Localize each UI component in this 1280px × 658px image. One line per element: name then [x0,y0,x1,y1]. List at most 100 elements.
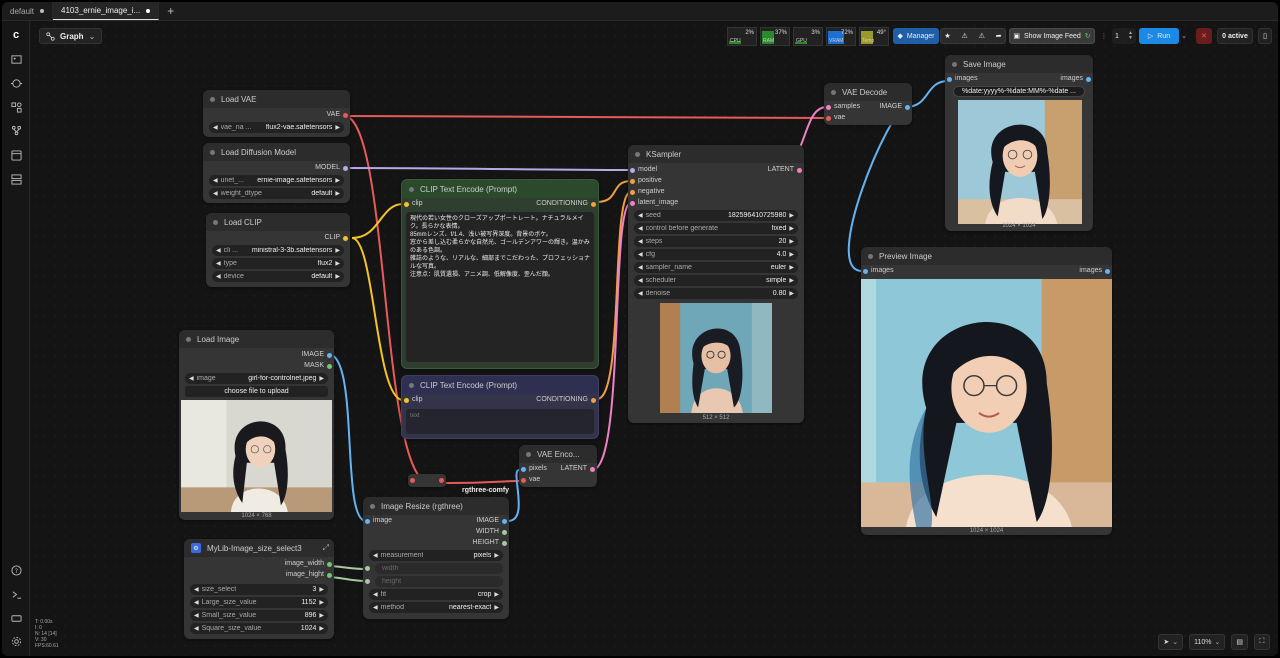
clip-type-combo[interactable]: ◀ type flux2 ▶ [212,258,344,269]
help-icon[interactable]: ? [10,565,22,577]
output-slot-model[interactable] [343,166,348,171]
negative-prompt-textarea[interactable]: text [406,409,594,434]
node-clip-text-encode-positive[interactable]: CLIP Text Encode (Prompt) clip CONDITION… [401,179,599,369]
model-library-icon[interactable] [10,102,22,114]
output-slot-mask[interactable] [327,364,332,369]
sampler-name-widget[interactable]: ◀ sampler_name euler ▶ [634,262,798,273]
input-slot-positive[interactable] [630,179,635,184]
preview-image[interactable] [861,279,1112,527]
node-collapse-dot-icon[interactable] [526,451,531,457]
active-queue-button[interactable]: 0 active [1217,28,1253,44]
steps-widget[interactable]: ◀ steps 20 ▶ [634,236,798,247]
node-load-clip[interactable]: Load CLIP CLIP ◀ cli ... ministral-3-3b.sa… [206,213,350,287]
prompt-textarea[interactable]: 現代の若い女性のクローズアップポートレート。ナチュラルメイク。長らかな表情。 8… [406,212,594,362]
share-icon[interactable]: ➦ [996,32,1002,40]
output-slot-image-width[interactable] [327,562,332,567]
input-slot-images[interactable] [947,77,952,82]
choose-file-button[interactable]: choose file to upload [185,386,328,397]
terminal-icon[interactable] [10,589,22,601]
output-slot-images[interactable] [1105,269,1110,274]
manager-button[interactable]: ◆ Manager [893,28,939,44]
output-slot-conditioning[interactable] [591,202,596,207]
input-slot-clip[interactable] [404,202,409,207]
clip-device-combo[interactable]: ◀ device default ▶ [212,271,344,282]
node-collapse-dot-icon[interactable] [213,219,218,225]
output-slot-clip[interactable] [343,236,348,241]
fit-view-icon[interactable]: ⛶ [1254,634,1270,650]
method-widget[interactable]: ◀ method nearest-exact ▶ [369,602,503,613]
input-slot-vae[interactable] [826,116,831,121]
input-slot-clip[interactable] [404,398,409,403]
image-gallery-icon[interactable] [10,54,22,66]
unet-name-combo[interactable]: ◀ unet_... ernie-image.safetensors ▶ [209,175,344,186]
large-size-value-widget[interactable]: ◀ Large_size_value 1152 ▶ [190,597,328,608]
reroute-node[interactable] [408,474,446,487]
tab-workflow[interactable]: 4103_ernie_image_i... [53,2,160,20]
input-slot-samples[interactable] [826,105,831,110]
select-mode-button[interactable]: ➤ ⌄ [1158,634,1184,650]
graph-menu-button[interactable]: Graph ⌄ [39,28,103,44]
node-collapse-dot-icon[interactable] [210,96,215,102]
keyboard-icon[interactable] [10,613,22,625]
output-slot-latent[interactable] [797,168,802,173]
clip-name-combo[interactable]: ◀ cli ... ministral-3-3b.safetensors ▶ [212,245,344,256]
batch-count-input[interactable]: 1 ▲ ▼ [1112,28,1136,44]
settings-gear-icon[interactable] [10,636,22,648]
node-vae-decode[interactable]: VAE Decode samples vae IMAGE [824,83,912,125]
minimap-toggle-icon[interactable]: ▤ [1231,634,1248,650]
show-image-feed-button[interactable]: ▣ Show Image Feed ↻ [1009,28,1095,44]
cfg-widget[interactable]: ◀ cfg 4.0 ▶ [634,249,798,260]
zoom-button[interactable]: 110% ⌄ [1189,634,1226,650]
run-options-chevron-icon[interactable]: ⌄ [1180,28,1188,44]
run-button[interactable]: ▷ Run [1139,28,1179,44]
reroute-input-slot[interactable] [410,478,415,483]
node-load-image[interactable]: Load Image IMAGE MASK ◀ image girl-for-con… [179,330,334,520]
output-slot-width[interactable] [502,530,507,535]
node-collapse-dot-icon[interactable] [186,336,191,342]
node-image-resize[interactable]: Image Resize (rgthree) image IMAGE WIDTH… [363,497,509,619]
drag-handle-icon[interactable]: ⋮ [1101,28,1108,44]
expand-icon[interactable]: ⤢ [323,543,329,553]
comfy-logo-icon[interactable]: c [10,29,22,41]
node-vae-encode[interactable]: VAE Enco... pixels vae LATENT [519,445,597,487]
measurement-widget[interactable]: ◀ measurement pixels ▶ [369,550,503,561]
toggle-panel-icon[interactable]: ▯ [1258,28,1272,44]
vae-name-combo[interactable]: ◀ vae_na ... flux2-vae.safetensors ▶ [209,122,344,133]
arrow-left-icon[interactable]: ◀ [213,124,218,131]
saved-image-preview[interactable] [958,100,1082,224]
size-select-widget[interactable]: ◀ size_select 3 ▶ [190,584,328,595]
scheduler-widget[interactable]: ◀ scheduler simple ▶ [634,275,798,286]
output-slot-image[interactable] [905,105,910,110]
node-collapse-dot-icon[interactable] [831,89,836,95]
node-collapse-dot-icon[interactable] [635,151,640,157]
filename-prefix-input[interactable]: %date:yyyy%-%date:MM%-%date ... [953,86,1085,97]
graph-canvas[interactable]: Graph ⌄ 2% CPU 37% RAM 3% GPU 72% VRAM 4… [30,21,1278,656]
node-collapse-dot-icon[interactable] [210,149,215,155]
output-slot-conditioning[interactable] [591,398,596,403]
tab-default[interactable]: default [2,2,54,20]
node-collapse-dot-icon[interactable] [952,61,957,67]
node-collapse-dot-icon[interactable] [868,253,873,259]
cancel-run-button[interactable]: ✕ [1196,28,1212,44]
output-slot-image-hight[interactable] [327,573,332,578]
control-before-generate-widget[interactable]: ◀ control before generate fixed ▶ [634,223,798,234]
output-slot-image[interactable] [502,519,507,524]
queue-icon[interactable] [10,150,22,162]
node-clip-text-encode-negative[interactable]: CLIP Text Encode (Prompt) clip CONDITION… [401,375,599,439]
input-slot-latent-image[interactable] [630,201,635,206]
reroute-output-slot[interactable] [439,478,444,483]
node-collapse-dot-icon[interactable] [370,503,375,509]
loaded-image-preview[interactable] [181,400,332,512]
fit-widget[interactable]: ◀ fit crop ▶ [369,589,503,600]
templates-icon[interactable] [10,174,22,186]
output-slot-images[interactable] [1086,77,1091,82]
input-slot-negative[interactable] [630,190,635,195]
model-b-icon[interactable]: ⚠ [979,32,985,40]
model-a-icon[interactable]: ⚠ [962,32,968,40]
input-slot-pixels[interactable] [521,467,526,472]
output-slot-vae[interactable] [343,113,348,118]
new-tab-button[interactable]: + [159,2,182,20]
star-icon[interactable]: ★ [944,32,950,40]
input-slot-width[interactable] [365,566,370,571]
node-library-icon[interactable] [10,78,22,90]
